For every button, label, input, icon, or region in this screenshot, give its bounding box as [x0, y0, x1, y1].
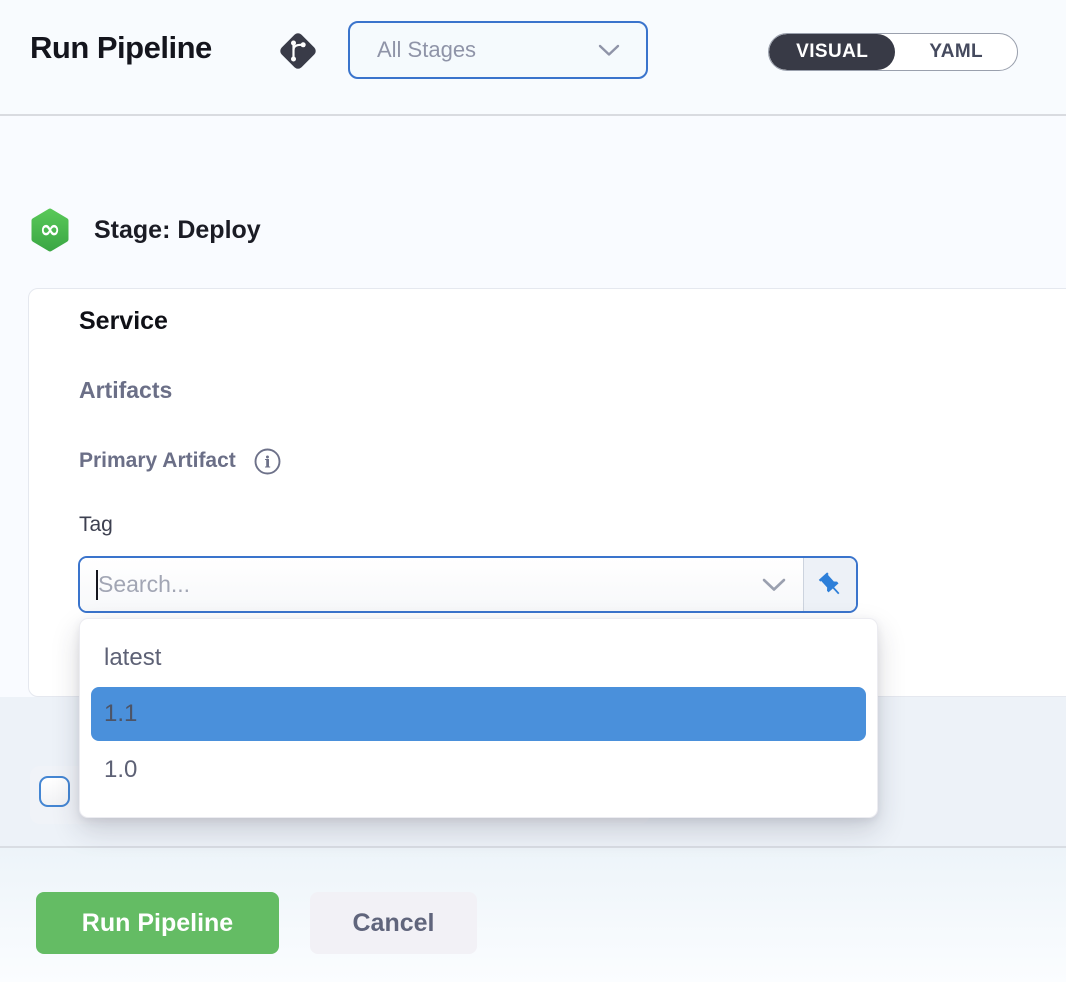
artifacts-heading: Artifacts — [79, 377, 172, 404]
tab-visual[interactable]: VISUAL — [769, 34, 895, 70]
cancel-button[interactable]: Cancel — [310, 892, 477, 954]
dialog-header: Run Pipeline All Stages VISUAL YAML — [0, 0, 1066, 116]
tag-options-menu: latest 1.1 1.0 — [79, 618, 878, 818]
primary-artifact-label: Primary Artifact — [79, 449, 236, 473]
menu-item-1-0[interactable]: 1.0 — [80, 744, 877, 796]
stage-header: ∞ Stage: Deploy — [30, 208, 261, 252]
git-branch-icon — [276, 29, 320, 73]
primary-artifact-label-row: Primary Artifact i — [79, 446, 282, 475]
checkbox[interactable] — [39, 776, 70, 807]
service-heading: Service — [79, 307, 168, 336]
svg-text:i: i — [264, 453, 270, 472]
dialog-footer: Run Pipeline Cancel — [0, 846, 1066, 982]
pin-button[interactable] — [803, 558, 856, 611]
stage-title: Stage: Deploy — [94, 216, 261, 245]
view-mode-toggle: VISUAL YAML — [768, 33, 1018, 71]
info-icon[interactable]: i — [253, 447, 282, 476]
stage-filter-value: All Stages — [377, 37, 598, 63]
tag-search-input[interactable] — [80, 558, 745, 611]
page-title: Run Pipeline — [30, 30, 212, 66]
stage-filter-select[interactable]: All Stages — [348, 21, 648, 79]
menu-item-1-1[interactable]: 1.1 — [91, 687, 866, 741]
tag-combobox — [78, 556, 858, 613]
chevron-down-icon — [598, 44, 620, 57]
menu-item-latest[interactable]: latest — [80, 632, 877, 684]
deploy-stage-icon: ∞ — [30, 208, 70, 252]
pin-icon — [817, 571, 844, 598]
tab-yaml[interactable]: YAML — [895, 34, 1017, 70]
tag-label: Tag — [79, 513, 113, 537]
chevron-down-icon — [762, 578, 786, 592]
tag-chevron-zone[interactable] — [745, 558, 803, 611]
svg-text:∞: ∞ — [40, 215, 61, 244]
run-pipeline-button[interactable]: Run Pipeline — [36, 892, 279, 954]
